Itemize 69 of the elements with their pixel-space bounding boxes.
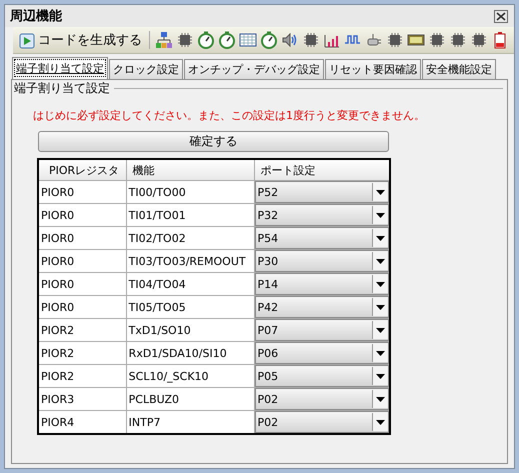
port-dropdown[interactable]: P06 — [254, 342, 389, 364]
table-cell: RxD1/SDA10/SI10 — [126, 342, 254, 364]
table-cell: PIOR3 — [38, 388, 126, 410]
table-cell: TI00/TO00 — [126, 180, 254, 204]
dropdown-arrow-icon — [376, 190, 385, 194]
table-cell: PIOR0 — [38, 226, 126, 250]
port-dropdown[interactable]: P52 — [254, 181, 389, 203]
table-cell: TI02/TO02 — [126, 226, 254, 250]
table-cell: PIOR0 — [38, 272, 126, 296]
play-icon — [19, 31, 35, 49]
tab[interactable]: オンチップ・デバッグ設定 — [184, 59, 324, 79]
dropdown-arrow-icon — [376, 258, 385, 264]
dropdown-arrow-icon — [376, 236, 385, 240]
table-cell: PIOR0 — [38, 180, 126, 204]
chip-icon[interactable] — [386, 31, 404, 49]
table-cell: PIOR0 — [38, 204, 126, 226]
port-dropdown[interactable]: P30 — [254, 250, 389, 272]
dropdown-arrow-icon — [376, 328, 385, 332]
confirm-button[interactable]: 確定する — [38, 131, 389, 152]
tab[interactable]: クロック設定 — [109, 59, 183, 79]
table-cell: SCL10/_SCK10 — [126, 364, 254, 388]
column-header: ポート設定 — [254, 159, 390, 180]
port-dropdown[interactable]: P54 — [254, 227, 389, 249]
dropdown-arrow-icon — [376, 350, 385, 356]
chip-icon[interactable] — [449, 31, 467, 49]
table-cell: PIOR2 — [38, 318, 126, 342]
tab[interactable]: 安全機能設定 — [422, 59, 496, 79]
port-dropdown[interactable]: P14 — [254, 273, 389, 295]
port-dropdown[interactable]: P05 — [254, 365, 389, 387]
dropdown-arrow-icon — [376, 420, 385, 424]
table-cell: TxD1/SO10 — [126, 318, 254, 342]
dropdown-arrow-icon — [376, 396, 385, 402]
stopwatch-icon[interactable] — [218, 31, 236, 49]
port-dropdown[interactable]: P32 — [254, 204, 389, 226]
dropdown-arrow-icon — [376, 374, 385, 378]
table-cell: PIOR0 — [38, 250, 126, 272]
generate-code-button[interactable]: コードを生成する — [17, 31, 144, 49]
table-cell: PIOR0 — [38, 296, 126, 318]
stopwatch-icon[interactable] — [197, 31, 215, 49]
port-dropdown[interactable]: P02 — [254, 388, 389, 410]
port-dropdown[interactable]: P07 — [254, 319, 389, 341]
port-dropdown[interactable]: P42 — [254, 296, 389, 318]
tab[interactable]: 端子割り当て設定 — [12, 57, 108, 79]
table-cell: PCLBUZ0 — [126, 388, 254, 410]
dropdown-arrow-icon — [376, 304, 385, 310]
group-title: 端子割り当て設定 — [14, 80, 110, 96]
table-cell: TI04/TO04 — [126, 272, 254, 296]
chip-icon[interactable] — [470, 31, 488, 49]
tab[interactable]: リセット要因確認 — [325, 59, 421, 79]
chip-icon[interactable] — [428, 31, 446, 49]
window-title: 周辺機能 — [10, 8, 62, 25]
chip-icon[interactable] — [176, 31, 194, 49]
chip-icon[interactable] — [302, 31, 320, 49]
table-cell: TI05/TO05 — [126, 296, 254, 318]
speaker-icon[interactable] — [281, 31, 299, 49]
warning-text: はじめに必ず設定してください。また、この設定は1度行うと変更できません。 — [33, 108, 426, 123]
dropdown-arrow-icon — [376, 212, 385, 218]
table-cell: TI03/TO03/REMOOUT — [126, 250, 254, 272]
column-header: 機能 — [126, 159, 254, 180]
port-dropdown[interactable]: P02 — [254, 411, 389, 433]
calendar-icon[interactable] — [239, 31, 257, 49]
table-cell: TI01/TO01 — [126, 204, 254, 226]
table-cell: PIOR2 — [38, 364, 126, 388]
column-header: PIORレジスタ — [38, 159, 126, 180]
stopwatch-icon[interactable] — [260, 31, 278, 49]
table-cell: PIOR2 — [38, 342, 126, 364]
tree-icon[interactable] — [155, 31, 173, 49]
dropdown-arrow-icon — [376, 282, 385, 286]
close-icon[interactable] — [494, 10, 508, 22]
